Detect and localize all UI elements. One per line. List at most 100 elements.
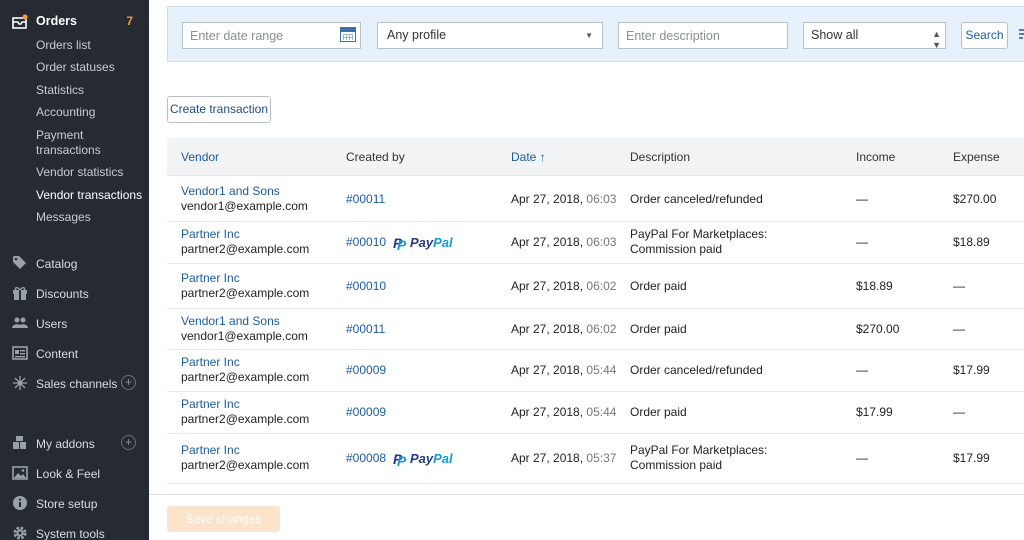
vendor-name-link[interactable]: Partner Inc <box>181 227 240 242</box>
vendor-name-link[interactable]: Partner Inc <box>181 443 240 458</box>
transaction-date: Apr 27, 2018, 06:02 <box>511 279 616 294</box>
date-range-input[interactable] <box>182 22 361 49</box>
sidebar-item-label: Content <box>36 347 79 361</box>
sidebar-item-discounts[interactable]: Discounts <box>12 285 142 303</box>
vendor-email: partner2@example.com <box>181 242 310 256</box>
expense-value: — <box>953 322 965 336</box>
table-row: Vendor1 and Sons vendor1@example.com #0001… <box>167 177 1024 222</box>
orders-icon <box>12 14 28 29</box>
table-row: Partner Inc partner2@example.com #00010 Apr… <box>167 264 1024 309</box>
transaction-description: Order canceled/refunded <box>630 363 763 377</box>
vendor-name-link[interactable]: Partner Inc <box>181 271 240 286</box>
expense-value: — <box>953 279 965 293</box>
sidebar-item-catalog[interactable]: Catalog <box>12 255 142 273</box>
date-value: Apr 27, 2018, <box>511 363 584 377</box>
order-number-link[interactable]: #00009 <box>346 405 386 420</box>
order-number-link[interactable]: #00011 <box>346 322 385 337</box>
vendor-name-link[interactable]: Partner Inc <box>181 355 240 370</box>
search-button[interactable]: Search <box>961 22 1008 49</box>
content-icon <box>12 346 28 360</box>
time-value: 05:44 <box>586 363 617 377</box>
expense-value: $17.99 <box>953 363 990 377</box>
sidebar-item-orders[interactable]: Orders 7 <box>12 13 137 31</box>
order-number-link[interactable]: #00010 <box>346 279 386 294</box>
create-transaction-button[interactable]: Create transaction <box>167 96 271 123</box>
transaction-description: PayPal For Marketplaces: Commission paid <box>630 227 768 256</box>
filter-bar: Any profile ▼ Show all ▲▼ Search <box>167 6 1024 62</box>
sidebar-item-label: Look & Feel <box>36 467 101 481</box>
sidebar-item-label: Catalog <box>36 257 78 271</box>
transaction-description: Order canceled/refunded <box>630 192 763 206</box>
sidebar-subitem-vendor-transactions[interactable]: Vendor transactions <box>36 188 146 203</box>
income-value: — <box>856 451 868 465</box>
sidebar: Orders 7 Orders list Order statuses Stat… <box>0 0 149 540</box>
sidebar-item-label: Store setup <box>36 497 98 511</box>
transaction-date: Apr 27, 2018, 06:03 <box>511 235 616 250</box>
paypal-p-shadow-icon: P <box>397 453 407 469</box>
sidebar-subitem-accounting[interactable]: Accounting <box>36 105 146 120</box>
vendor-email: partner2@example.com <box>181 412 310 426</box>
sidebar-subitem-order-statuses[interactable]: Order statuses <box>36 60 146 75</box>
chevron-down-icon: ▼ <box>585 31 593 40</box>
gift-icon <box>13 287 27 300</box>
save-changes-button[interactable]: Save changes <box>167 506 280 532</box>
income-value: $17.99 <box>856 405 893 419</box>
sidebar-item-look-and-feel[interactable]: Look & Feel <box>12 465 142 483</box>
table-header: Vendor Created by Date ↑ Description Inc… <box>167 138 1024 176</box>
paypal-wordmark-pay: Pay <box>410 451 434 466</box>
description-input[interactable] <box>618 22 788 49</box>
sidebar-item-content[interactable]: Content <box>12 345 142 363</box>
paypal-wordmark-pal: Pal <box>433 451 453 466</box>
sidebar-subitem-statistics[interactable]: Statistics <box>36 83 146 98</box>
income-value: $270.00 <box>856 322 900 336</box>
sidebar-item-label: Discounts <box>36 287 89 301</box>
order-number-link[interactable]: #00011 <box>346 192 385 207</box>
paypal-logo: P P PayPal <box>393 451 453 469</box>
sidebar-subitem-payment-transactions[interactable]: Payment transactions <box>36 128 116 158</box>
profile-select[interactable]: Any profile ▼ <box>377 22 603 49</box>
sidebar-item-sales-channels[interactable]: Sales channels + <box>12 375 142 393</box>
sidebar-subitem-orders-list[interactable]: Orders list <box>36 38 146 53</box>
add-addon-icon[interactable]: + <box>121 435 136 450</box>
filter-options-icon[interactable] <box>1018 27 1024 41</box>
column-header-income: Income <box>856 150 896 164</box>
add-sales-channel-icon[interactable]: + <box>121 375 136 390</box>
paypal-wordmark-pay: Pay <box>410 235 434 250</box>
vendor-email: partner2@example.com <box>181 458 310 472</box>
column-header-created-by: Created by <box>346 150 405 164</box>
vendor-email: partner2@example.com <box>181 286 310 300</box>
income-value: — <box>856 363 868 377</box>
sidebar-item-label: Orders <box>36 14 77 28</box>
transaction-date: Apr 27, 2018, 06:02 <box>511 322 616 337</box>
sidebar-item-system-tools[interactable]: System tools <box>12 525 142 540</box>
date-value: Apr 27, 2018, <box>511 192 584 206</box>
vendor-name-link[interactable]: Vendor1 and Sons <box>181 314 280 329</box>
table-row: Partner Inc partner2@example.com #00009 Apr… <box>167 392 1024 434</box>
sidebar-item-my-addons[interactable]: My addons + <box>12 435 142 453</box>
sidebar-subitem-messages[interactable]: Messages <box>36 210 146 225</box>
column-header-date[interactable]: Date ↑ <box>511 150 546 164</box>
vendor-name-link[interactable]: Vendor1 and Sons <box>181 184 280 199</box>
sidebar-subitem-vendor-statistics[interactable]: Vendor statistics <box>36 165 146 180</box>
vendor-email: partner2@example.com <box>181 370 310 384</box>
calendar-icon[interactable] <box>340 27 356 42</box>
transaction-description: Order paid <box>630 279 687 293</box>
updown-arrows-icon: ▲ ▼ <box>932 29 941 50</box>
order-number-link[interactable]: #00008 <box>346 451 386 466</box>
order-number-link[interactable]: #00009 <box>346 363 386 378</box>
sidebar-item-store-setup[interactable]: Store setup <box>12 495 142 513</box>
column-header-description: Description <box>630 150 691 164</box>
info-icon <box>13 496 27 510</box>
expense-value: $270.00 <box>953 192 997 206</box>
column-header-vendor[interactable]: Vendor <box>181 150 219 164</box>
sidebar-item-users[interactable]: Users <box>12 315 142 333</box>
date-value: Apr 27, 2018, <box>511 235 584 249</box>
show-select[interactable]: Show all ▲ ▼ <box>803 22 946 50</box>
image-icon <box>12 466 28 480</box>
expense-value: $17.99 <box>953 451 990 465</box>
expense-value: — <box>953 405 965 419</box>
order-number-link[interactable]: #00010 <box>346 235 386 250</box>
table-row: Partner Inc partner2@example.com #00009 Apr… <box>167 350 1024 392</box>
footer-bar: Save changes <box>149 494 1024 540</box>
vendor-name-link[interactable]: Partner Inc <box>181 397 240 412</box>
